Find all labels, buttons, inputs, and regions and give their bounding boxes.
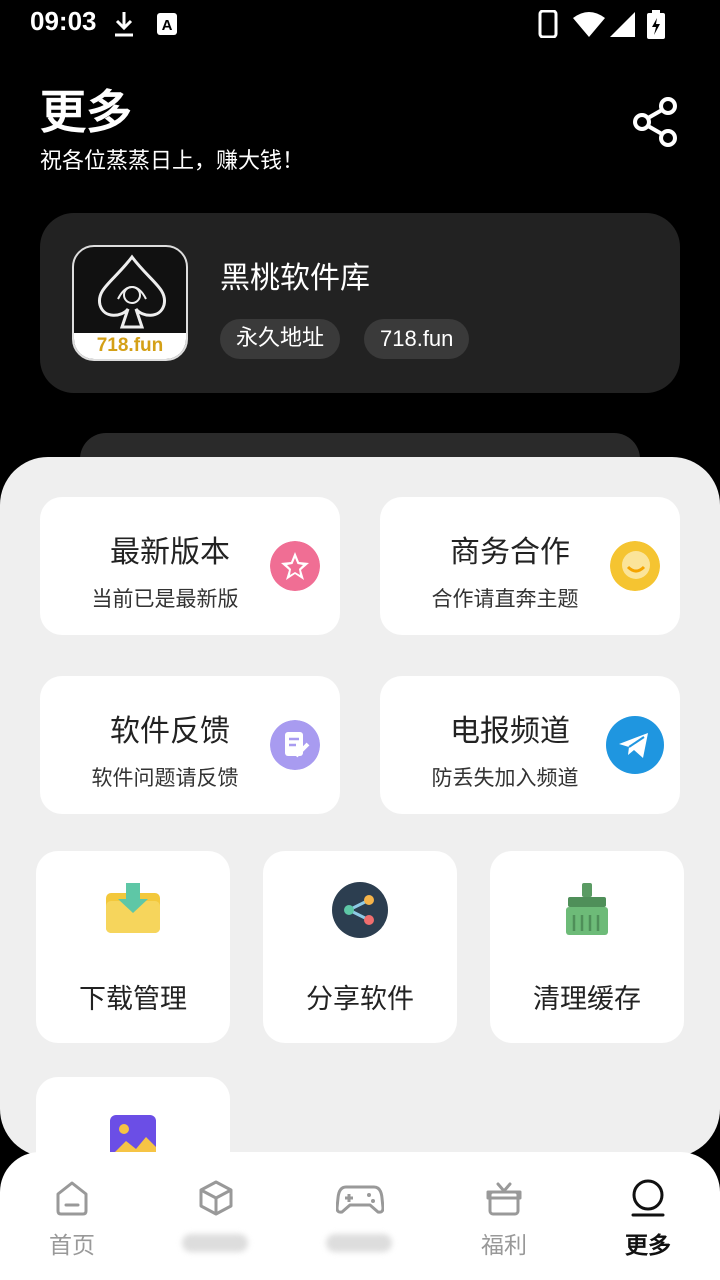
app-name: 黑桃软件库 <box>220 261 370 296</box>
status-bar: 09:03 A <box>0 0 720 48</box>
share-icon[interactable] <box>630 96 682 148</box>
card-subtitle: 当前已是最新版 <box>91 587 239 611</box>
tab-apps[interactable] <box>144 1152 288 1280</box>
download-folder-icon <box>106 883 160 933</box>
card-title: 电报频道 <box>450 714 570 749</box>
card-subtitle: 防丢失加入频道 <box>431 766 579 790</box>
card-subtitle: 合作请直奔主题 <box>431 587 579 611</box>
app-tag-permanent-address[interactable]: 永久地址 <box>220 319 341 359</box>
page-subtitle: 祝各位蒸蒸日上，赚大钱！ <box>40 149 305 174</box>
phone-icon <box>538 10 558 38</box>
tab-label: 福利 <box>481 1233 527 1259</box>
home-icon <box>56 1181 88 1216</box>
telegram-icon <box>606 716 664 774</box>
user-icon <box>631 1179 665 1217</box>
battery-charging-icon <box>647 10 665 39</box>
signal-icon <box>610 12 635 37</box>
page-title: 更多 <box>40 85 132 139</box>
feedback-edit-icon <box>270 720 320 770</box>
download-manager-card[interactable]: 下载管理 <box>36 851 230 1043</box>
card-label: 下载管理 <box>79 984 187 1015</box>
content-sheet: 最新版本 当前已是最新版 商务合作 合作请直奔主题 软件反馈 软件问题请反馈 电… <box>0 457 720 1157</box>
gift-icon <box>486 1182 522 1216</box>
image-gallery-icon <box>110 1115 156 1157</box>
bottom-tab-bar: 首页 福利 更多 <box>0 1152 720 1280</box>
latest-version-card[interactable]: 最新版本 当前已是最新版 <box>40 497 340 635</box>
tab-welfare[interactable]: 福利 <box>432 1152 576 1280</box>
cube-icon <box>199 1180 233 1216</box>
tab-label-redacted <box>182 1234 248 1252</box>
tab-home[interactable]: 首页 <box>0 1152 144 1280</box>
tab-more[interactable]: 更多 <box>576 1152 720 1280</box>
share-software-card[interactable]: 分享软件 <box>263 851 457 1043</box>
card-label: 清理缓存 <box>533 984 641 1015</box>
card-subtitle: 软件问题请反馈 <box>91 766 239 790</box>
chat-bubble-icon <box>610 541 660 591</box>
card-label: 分享软件 <box>306 984 414 1015</box>
business-cooperation-card[interactable]: 商务合作 合作请直奔主题 <box>380 497 680 635</box>
share-circle-icon <box>332 882 388 938</box>
svg-text:A: A <box>162 17 173 34</box>
software-feedback-card[interactable]: 软件反馈 软件问题请反馈 <box>40 676 340 814</box>
clear-cache-card[interactable]: 清理缓存 <box>490 851 684 1043</box>
wifi-icon <box>573 12 605 37</box>
tab-label: 更多 <box>625 1233 671 1259</box>
app-logo: 718.fun <box>72 245 188 361</box>
status-time: 09:03 <box>30 6 97 36</box>
app-tag-domain[interactable]: 718.fun <box>364 319 470 359</box>
download-icon <box>115 12 133 37</box>
gamepad-icon <box>336 1185 384 1214</box>
card-title: 最新版本 <box>110 535 230 570</box>
star-icon <box>270 541 320 591</box>
spade-icon <box>97 254 167 329</box>
tab-label: 首页 <box>49 1233 95 1259</box>
app-logo-text: 718.fun <box>74 333 186 359</box>
broom-icon <box>566 883 608 935</box>
app-info-card[interactable]: 718.fun 黑桃软件库 永久地址 718.fun <box>40 213 680 393</box>
tab-games[interactable] <box>288 1152 432 1280</box>
card-title: 商务合作 <box>450 535 570 570</box>
tab-label-redacted <box>326 1234 392 1252</box>
telegram-channel-card[interactable]: 电报频道 防丢失加入频道 <box>380 676 680 814</box>
card-title: 软件反馈 <box>110 714 230 749</box>
keyboard-a-icon: A <box>157 13 177 35</box>
image-tool-card[interactable] <box>36 1077 230 1157</box>
